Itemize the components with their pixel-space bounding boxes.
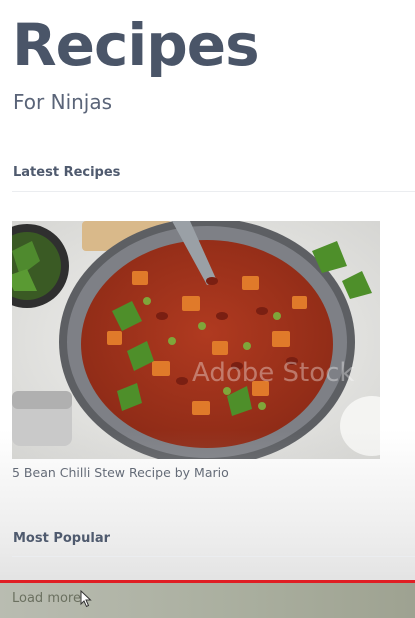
most-popular-heading: Most Popular xyxy=(13,531,111,546)
divider xyxy=(12,556,415,557)
recipe-image[interactable]: Adobe Stock xyxy=(12,221,380,459)
page-subtitle: For Ninjas xyxy=(13,90,113,114)
recipe-caption[interactable]: 5 Bean Chilli Stew Recipe by Mario xyxy=(12,465,380,480)
pointer-cursor-icon xyxy=(80,590,92,608)
image-watermark: Adobe Stock xyxy=(192,358,354,388)
page: Recipes For Ninjas Latest Recipes Adobe … xyxy=(0,0,415,618)
page-title: Recipes xyxy=(12,11,260,79)
load-more-button[interactable]: Load more xyxy=(12,591,81,606)
divider xyxy=(12,191,415,192)
latest-recipes-heading: Latest Recipes xyxy=(13,165,121,180)
recipe-card[interactable]: Adobe Stock 5 Bean Chilli Stew Recipe by… xyxy=(12,221,380,480)
